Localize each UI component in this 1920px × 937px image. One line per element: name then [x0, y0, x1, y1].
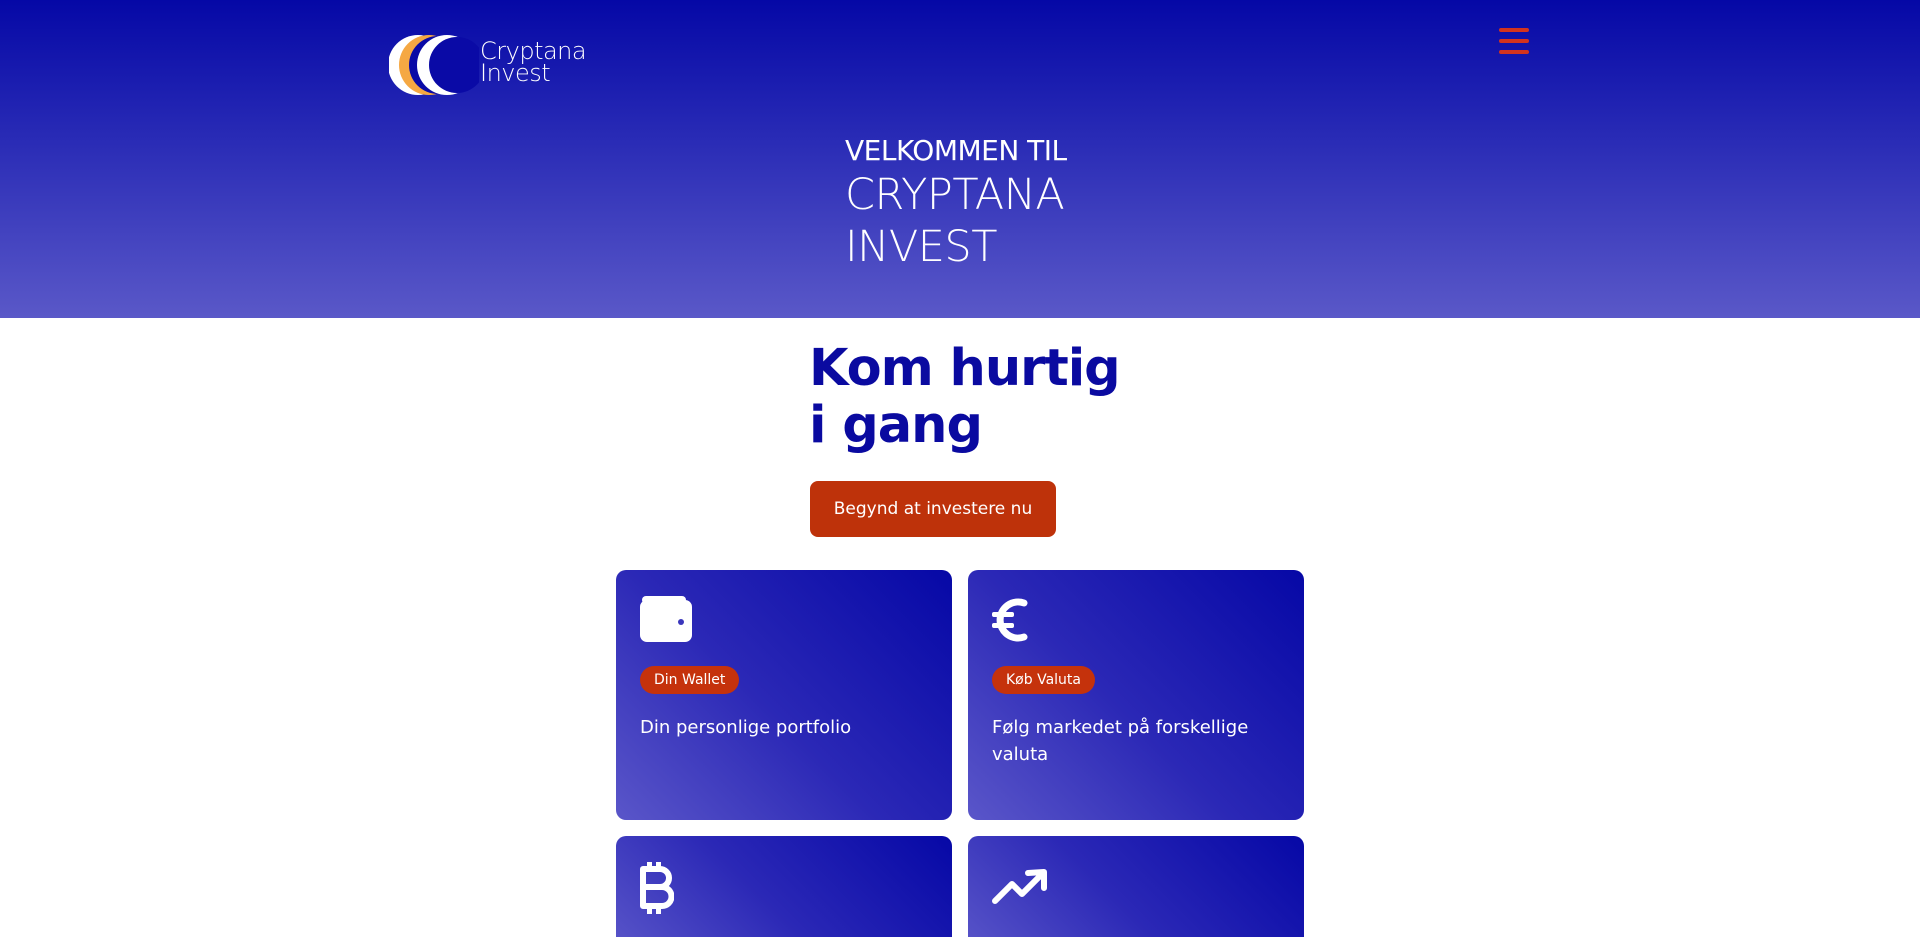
logo[interactable]: Cryptana Invest: [389, 33, 589, 97]
card-market[interactable]: [968, 836, 1304, 937]
euro-icon: [992, 596, 1028, 648]
hamburger-menu-icon[interactable]: [1497, 27, 1531, 57]
logo-text: Cryptana Invest: [480, 39, 587, 87]
logo-moons-icon: [389, 35, 479, 95]
menu-bar: [1499, 39, 1529, 43]
card-bitcoin[interactable]: [616, 836, 952, 937]
menu-bar: [1499, 50, 1529, 54]
card-description: Din personlige portfolio: [640, 717, 852, 738]
hero-brand-line2: INVEST: [845, 222, 997, 272]
card-badge: Køb Valuta: [992, 666, 1095, 694]
card-badge: Din Wallet: [640, 666, 740, 694]
page-title-line1: Kom hurtig: [809, 339, 1121, 398]
hero-brand-line1: CRYPTANA: [845, 170, 1065, 220]
hero-header: Cryptana Invest VELKOMMEN TIL CRYPTANA I…: [0, 0, 1920, 318]
wallet-icon: [640, 596, 692, 646]
logo-text-line2: Invest: [480, 59, 551, 87]
menu-bar: [1499, 28, 1529, 32]
trending-up-icon: [992, 862, 1050, 910]
hero-title: VELKOMMEN TIL CRYPTANA INVEST: [845, 133, 1067, 273]
hero-welcome: VELKOMMEN TIL: [845, 134, 1067, 167]
card-wallet[interactable]: Din Wallet Din personlige portfolio: [616, 570, 952, 820]
start-investing-button[interactable]: Begynd at investere nu: [810, 481, 1056, 537]
page-title-line2: i gang: [809, 396, 983, 455]
bitcoin-icon: [640, 862, 675, 918]
card-description: Følg markedet på forskellige valuta: [992, 717, 1249, 765]
card-currency[interactable]: Køb Valuta Følg markedet på forskellige …: [968, 570, 1304, 820]
page-title: Kom hurtig i gang: [809, 339, 1121, 455]
